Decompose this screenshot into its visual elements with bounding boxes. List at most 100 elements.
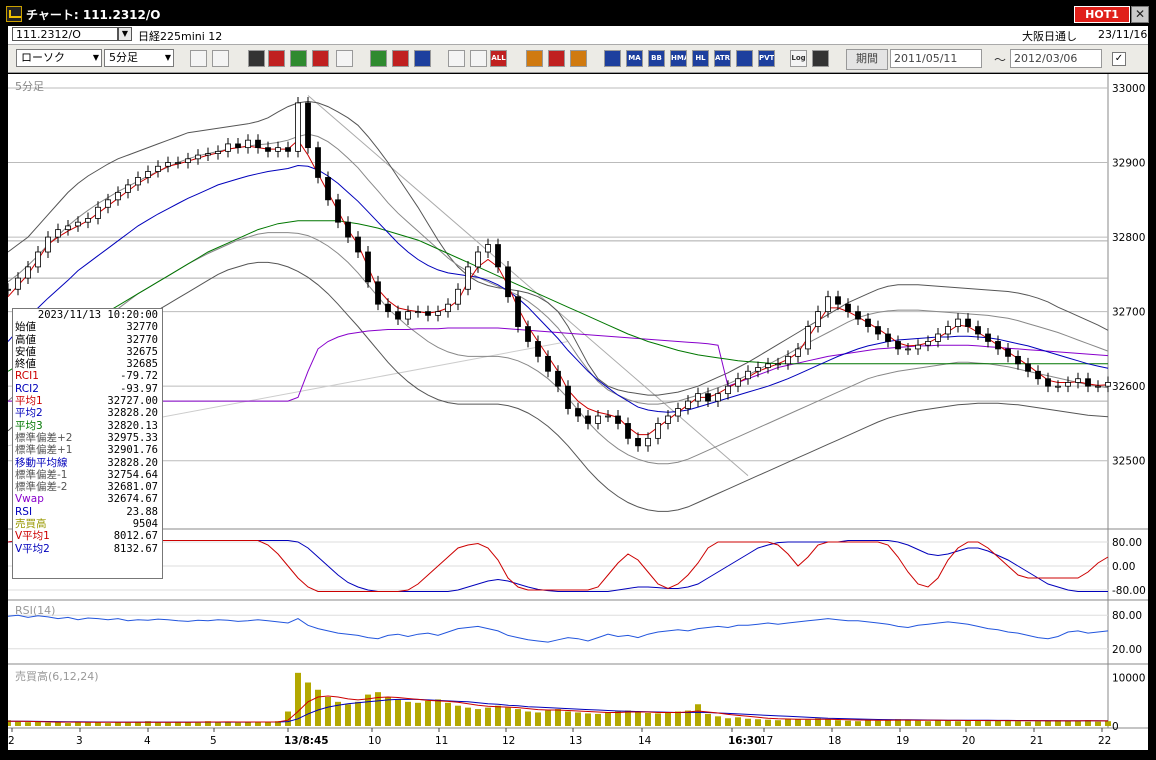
target-icon[interactable]	[268, 50, 285, 67]
price-tick-label: 32800	[1112, 232, 1145, 244]
interval-select[interactable]: 5分足 ▼	[104, 49, 174, 67]
candle-small-icon[interactable]	[448, 50, 465, 67]
rci-tick-label: -80.00	[1112, 585, 1146, 597]
data-window-label: 標準偏差-2	[15, 481, 68, 494]
trend-down-icon[interactable]	[248, 50, 265, 67]
tools-icon[interactable]	[548, 50, 565, 67]
hot-badge[interactable]: HOT1	[1074, 6, 1130, 23]
period-button[interactable]: 期間	[846, 49, 888, 70]
data-window-row: RCI2 -93.97	[13, 383, 162, 395]
hma-button[interactable]: HMA	[670, 50, 687, 67]
volume-bar	[425, 700, 431, 726]
pvt-button[interactable]: PVT	[758, 50, 775, 67]
scrollbar[interactable]	[8, 750, 1148, 760]
all-button[interactable]: ALL	[490, 50, 507, 67]
start-date-value: 2011/05/11	[894, 52, 958, 65]
bar-chart-icon[interactable]	[290, 50, 307, 67]
bb-lower1-line	[8, 232, 1109, 465]
candle-body	[1105, 382, 1111, 387]
ma-button[interactable]: MA	[626, 50, 643, 67]
data-window-row: 標準偏差+1 32901.76	[13, 444, 162, 456]
data-window-rows: 始値 32770 高値 32770 安値 32675 終値 32685 RCI1 -79.72 RC…	[13, 321, 162, 555]
symbol-dropdown-icon[interactable]: ▼	[118, 27, 132, 41]
x-tick-label: 19	[896, 735, 909, 747]
candle-body	[925, 341, 931, 346]
volume-bar	[195, 722, 201, 726]
candle-body	[485, 244, 491, 253]
end-date-value: 2012/03/06	[1014, 52, 1078, 65]
candle-body	[515, 296, 521, 327]
undo-icon[interactable]	[414, 50, 431, 67]
hl-button[interactable]: HL	[692, 50, 709, 67]
candle-body	[705, 393, 711, 402]
bb-button[interactable]: BB	[648, 50, 665, 67]
data-window-value: 32770	[126, 321, 158, 334]
volume-bar	[985, 721, 991, 726]
indicator-1-icon[interactable]	[604, 50, 621, 67]
data-window-timestamp: 2023/11/13 10:20:00	[37, 309, 158, 321]
warning-icon[interactable]	[336, 50, 353, 67]
pencil-icon[interactable]	[370, 50, 387, 67]
volume-bar	[495, 705, 501, 726]
close-icon[interactable]: ✕	[1131, 6, 1149, 23]
candle-body	[245, 139, 251, 149]
volume-bar	[705, 713, 711, 726]
volume-bar	[1025, 721, 1031, 726]
rci-tick-label: 0.00	[1112, 561, 1135, 573]
candle-body	[625, 423, 631, 439]
volume-bar	[875, 720, 881, 726]
volume-bar	[245, 722, 251, 726]
pointer-icon[interactable]	[392, 50, 409, 67]
candle-body	[875, 326, 881, 335]
volume-bar	[745, 718, 751, 726]
symbol-input[interactable]: 111.2312/O	[12, 27, 118, 41]
data-window-value: 32770	[126, 333, 158, 346]
symbol-bar: 111.2312/O ▼ 日経225mini 12 大阪日通し 23/11/16	[8, 26, 1148, 45]
palette-icon[interactable]	[570, 50, 587, 67]
volume-bar	[675, 711, 681, 726]
period-checkbox[interactable]: ✓	[1112, 52, 1126, 66]
chart-area[interactable]: 33000 32900 32800 32700 32600 32500 80.00 0.00 -…	[8, 74, 1148, 750]
export-icon[interactable]	[812, 50, 829, 67]
candle-mark-icon[interactable]	[470, 50, 487, 67]
volume-bar	[465, 707, 471, 726]
end-date-field[interactable]: 2012/03/06	[1010, 49, 1102, 68]
data-window-value: -79.72	[120, 370, 158, 383]
x-tick-label: 13/8:45	[284, 735, 329, 747]
grid-icon[interactable]	[526, 50, 543, 67]
log-button[interactable]: Log	[790, 50, 807, 67]
atr-button[interactable]: ATR	[714, 50, 731, 67]
chart-type-select[interactable]: ローソク ▼	[16, 49, 102, 67]
data-window-value: 32975.33	[107, 431, 158, 444]
zoom-icon[interactable]	[190, 50, 207, 67]
volume-bar	[155, 722, 161, 726]
x-tick-label: 4	[144, 735, 151, 747]
candle-body	[235, 143, 241, 149]
candle-body	[855, 311, 861, 320]
chart-canvas[interactable]: 33000 32900 32800 32700 32600 32500 80.00 0.00 -…	[8, 74, 1148, 750]
data-window-row: V平均2 8132.67	[13, 543, 162, 555]
title-bar[interactable]: チャート: 111.2312/O HOT1 ✕	[0, 0, 1156, 26]
candle-body	[715, 393, 721, 402]
volume-bar	[905, 720, 911, 726]
volume-bar	[405, 701, 411, 726]
start-date-field[interactable]: 2011/05/11	[890, 49, 982, 68]
candle-body	[25, 266, 31, 279]
bb-upper2-line	[8, 100, 1109, 396]
candle-icon[interactable]	[312, 50, 329, 67]
candle-body	[375, 281, 381, 305]
candle-body	[295, 102, 301, 152]
rci-tick-label: 80.00	[1112, 537, 1142, 549]
candle-body	[755, 367, 761, 372]
candle-body	[125, 184, 131, 193]
cursor-line-icon[interactable]	[212, 50, 229, 67]
data-window-row: 始値 32770	[13, 321, 162, 333]
candle-body	[225, 143, 231, 152]
volume-bar	[435, 699, 441, 726]
price-tick-label: 32600	[1112, 381, 1145, 393]
candle-body	[735, 378, 741, 387]
volume-bar	[755, 719, 761, 726]
bands-icon[interactable]	[736, 50, 753, 67]
data-window-value: 8012.67	[113, 530, 158, 543]
volume-bar	[865, 720, 871, 726]
